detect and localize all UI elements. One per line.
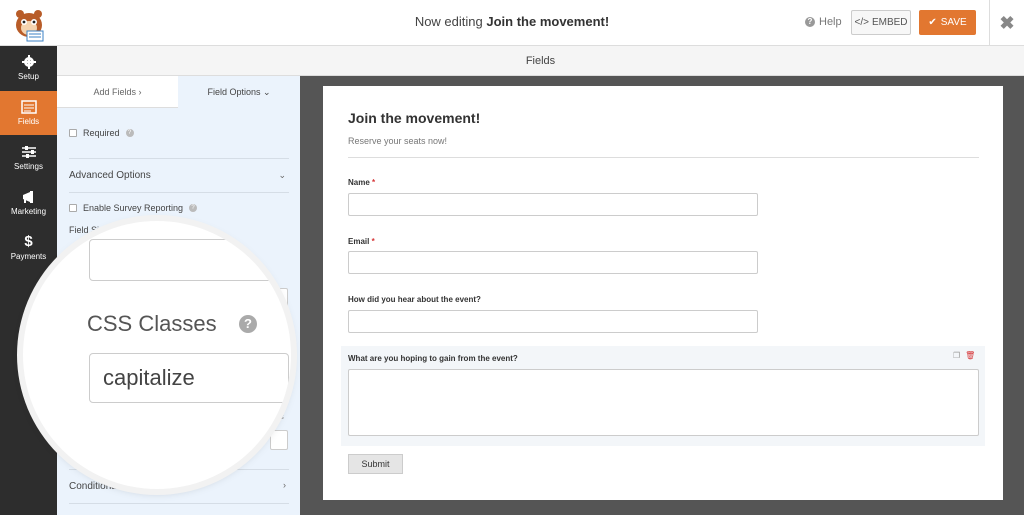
css-classes-input[interactable]: capitalize — [89, 353, 289, 403]
tab-add-fields[interactable]: Add Fields › — [57, 76, 178, 108]
form-name: Join the movement! — [486, 14, 610, 29]
form-preview: Join the movement! Reserve your seats no… — [323, 86, 1003, 500]
checkmark-icon: ✔ — [928, 17, 937, 28]
fields-icon — [20, 100, 37, 114]
form-description: Reserve your seats now! — [348, 136, 448, 146]
gear-icon — [21, 55, 36, 69]
divider — [69, 192, 289, 193]
label-text: Email — [348, 237, 370, 246]
advanced-options-toggle[interactable]: Advanced Options — [69, 170, 151, 181]
dollar-icon: $ — [24, 233, 33, 250]
field-label-email: Email * — [348, 237, 375, 246]
survey-option[interactable]: Enable Survey Reporting ? — [69, 203, 198, 213]
css-classes-label: CSS Classes — [87, 311, 217, 336]
sliders-icon — [21, 146, 36, 158]
divider — [69, 158, 289, 159]
help-label: Help — [819, 16, 842, 28]
tab-label: Add Fields — [93, 87, 136, 97]
form-title: Join the movement! — [348, 110, 481, 126]
layout-input-edge[interactable] — [270, 430, 288, 450]
required-checkbox[interactable] — [69, 129, 77, 137]
survey-checkbox[interactable] — [69, 204, 77, 212]
chevron-down-icon[interactable]: ⌄ — [278, 170, 286, 181]
field-label-hoping-to-gain: What are you hoping to gain from the eve… — [348, 354, 518, 363]
label-text: Name — [348, 178, 370, 187]
divider — [69, 503, 289, 504]
sidebar-item-setup[interactable]: Setup — [0, 46, 57, 90]
trash-icon[interactable]: 🗑 — [965, 351, 975, 360]
chevron-right-icon: › — [138, 87, 142, 97]
code-icon: </> — [854, 17, 869, 28]
tab-field-options[interactable]: Field Options ⌄ — [178, 76, 300, 108]
embed-button[interactable]: </> EMBED — [851, 10, 911, 35]
name-input[interactable] — [348, 193, 758, 216]
chevron-right-icon[interactable]: › — [283, 480, 286, 490]
fields-header: Fields — [57, 46, 1024, 76]
chevron-down-icon: ⌄ — [263, 87, 271, 97]
embed-label: EMBED — [871, 17, 908, 28]
field-actions: ❐ 🗑 — [953, 351, 975, 360]
title-prefix: Now editing — [414, 14, 483, 29]
required-mark: * — [371, 237, 375, 246]
field-label-hear-about: How did you hear about the event? — [348, 295, 481, 304]
submit-button[interactable]: Submit — [348, 454, 403, 474]
sidebar-item-label: Settings — [14, 162, 43, 171]
hear-about-input[interactable] — [348, 310, 758, 333]
field-label-name: Name * — [348, 178, 375, 187]
help-icon[interactable]: ? — [125, 129, 134, 137]
field-size-select[interactable] — [89, 239, 289, 281]
sidebar-item-label: Payments — [10, 252, 47, 261]
save-label: SAVE — [940, 17, 967, 28]
sidebar-item-label: Fields — [17, 117, 40, 126]
divider — [348, 157, 979, 158]
magnifier-callout: CSS Classes ? capitalize — [23, 221, 291, 489]
survey-label: Enable Survey Reporting — [83, 203, 184, 213]
sidebar-item-label: Setup — [18, 72, 39, 81]
sidebar-item-marketing[interactable]: Marketing — [0, 181, 57, 225]
close-icon[interactable]: ✖ — [989, 0, 1024, 46]
required-mark: * — [372, 178, 376, 187]
help-link[interactable]: ? Help — [805, 16, 842, 28]
email-input[interactable] — [348, 251, 758, 274]
sidebar-item-label: Marketing — [10, 207, 47, 216]
help-icon: ? — [805, 17, 815, 27]
megaphone-icon — [22, 191, 33, 203]
help-icon[interactable]: ? — [239, 315, 257, 333]
duplicate-icon[interactable]: ❐ — [953, 351, 960, 360]
help-icon[interactable]: ? — [189, 204, 198, 212]
tab-label: Field Options — [207, 87, 261, 97]
required-option[interactable]: Required ? — [69, 128, 134, 138]
sidebar-item-fields[interactable]: Fields — [0, 91, 57, 135]
sidebar-item-settings[interactable]: Settings — [0, 136, 57, 180]
save-button[interactable]: ✔ SAVE — [919, 10, 976, 35]
hoping-to-gain-textarea[interactable] — [348, 369, 979, 436]
sidebar-item-payments[interactable]: $ Payments — [0, 226, 57, 270]
top-bar: Now editing Join the movement! ? Help </… — [0, 0, 1024, 46]
required-label: Required — [83, 128, 120, 138]
